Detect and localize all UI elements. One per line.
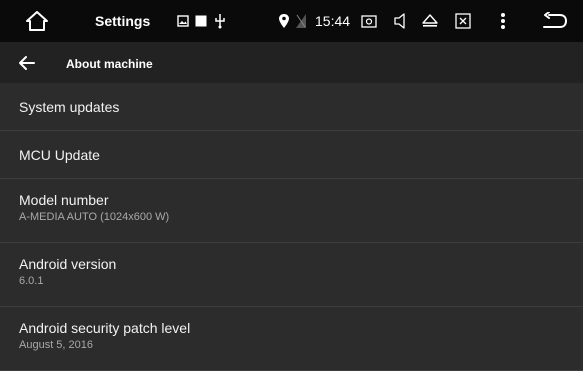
app-bar: About machine <box>0 42 583 83</box>
screenshot-icon[interactable] <box>361 14 377 28</box>
more-vert-icon[interactable] <box>500 12 506 30</box>
usb-icon <box>214 13 226 29</box>
list-item-title: System updates <box>19 99 120 115</box>
square-icon <box>195 15 207 27</box>
list-item-subtitle: 6.0.1 <box>19 275 44 287</box>
list-item-model-number[interactable]: Model number A-MEDIA AUTO (1024x600 W) <box>0 179 583 243</box>
settings-list: System updates MCU Update Model number A… <box>0 83 583 371</box>
list-item-security-patch[interactable]: Android security patch level August 5, 2… <box>0 307 583 371</box>
location-icon <box>278 13 290 29</box>
arrow-left-icon[interactable] <box>18 54 36 72</box>
list-item-title: MCU Update <box>19 147 100 163</box>
status-title: Settings <box>95 13 151 29</box>
list-item-subtitle: August 5, 2016 <box>19 339 94 351</box>
volume-icon[interactable] <box>393 13 407 29</box>
status-bar: Settings 15:44 <box>0 0 583 42</box>
back-icon[interactable] <box>542 12 568 30</box>
clock: 15:44 <box>315 13 351 29</box>
no-sim-icon <box>295 13 307 29</box>
list-item-subtitle: A-MEDIA AUTO (1024x600 W) <box>19 211 170 223</box>
home-icon[interactable] <box>26 11 48 31</box>
eject-icon[interactable] <box>422 14 438 28</box>
list-item-title: Model number <box>19 192 109 208</box>
list-item-title: Android security patch level <box>19 320 191 336</box>
image-icon <box>177 15 189 27</box>
page-title: About machine <box>66 57 153 71</box>
list-item-mcu-update[interactable]: MCU Update <box>0 131 583 179</box>
list-item-title: Android version <box>19 256 117 272</box>
list-item-system-updates[interactable]: System updates <box>0 83 583 131</box>
close-box-icon[interactable] <box>455 13 471 29</box>
list-item-android-version[interactable]: Android version 6.0.1 <box>0 243 583 307</box>
